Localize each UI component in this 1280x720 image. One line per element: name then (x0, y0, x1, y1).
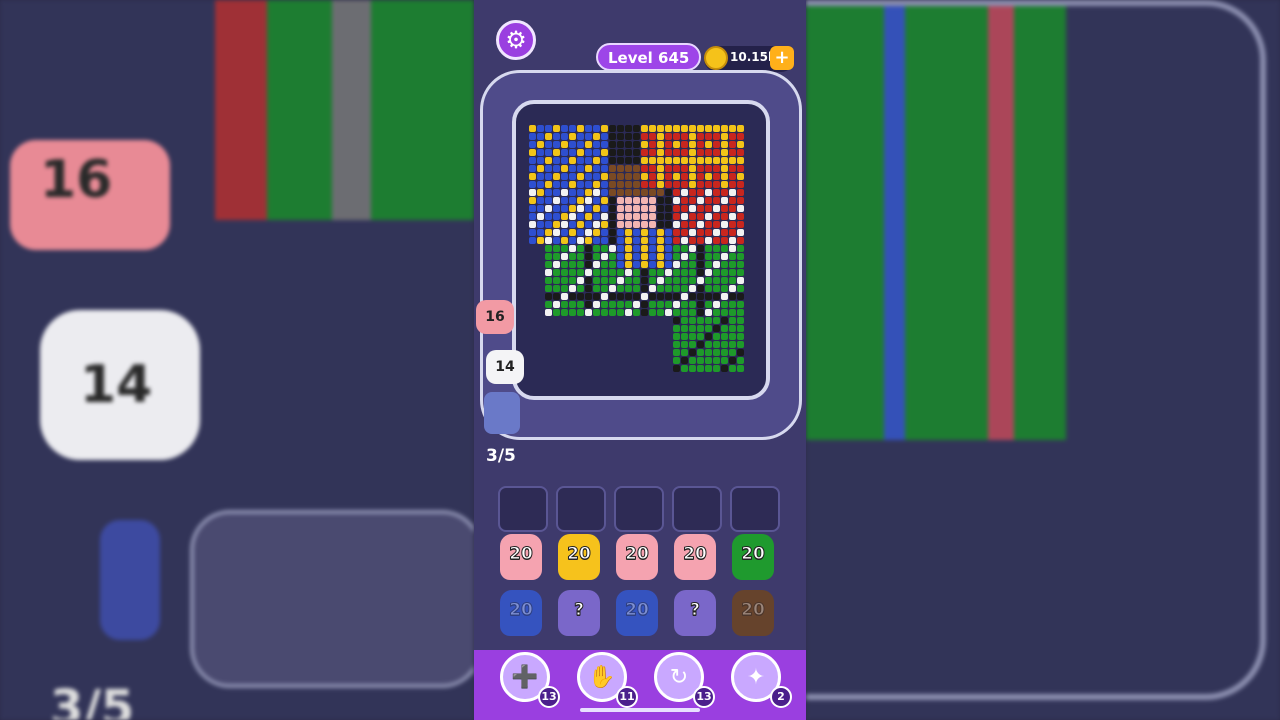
coin-counter: 10.15k + (704, 46, 794, 72)
add-coins-button[interactable]: + (770, 46, 794, 70)
settings-button[interactable]: ⚙ (496, 20, 536, 60)
slot[interactable] (556, 486, 606, 532)
piece-column: 20 20 (732, 534, 778, 646)
shooter-piece[interactable]: 20 (732, 534, 774, 580)
magnet-icon: ✦ (746, 664, 766, 690)
coin-icon (704, 46, 728, 70)
piece-column: 20 20 (500, 534, 546, 646)
hidden-piece: ? (558, 590, 600, 636)
slot[interactable] (730, 486, 780, 532)
background-right (806, 0, 1280, 720)
bg-counter: 3/5 (50, 680, 135, 720)
hand-icon: ✋ (588, 664, 616, 690)
piece-columns: 20 20 20 ? 20 20 20 ? 20 20 (500, 534, 778, 646)
powerup-count: 13 (693, 686, 715, 708)
shooter-piece[interactable]: 20 (616, 534, 658, 580)
shooter-piece[interactable]: 20 (558, 534, 600, 580)
piece-column: 20 ? (674, 534, 720, 646)
hidden-piece: ? (674, 590, 716, 636)
powerup-count: 2 (770, 686, 792, 708)
piece-column: 20 20 (616, 534, 662, 646)
gear-icon: ⚙ (505, 26, 527, 54)
pixel-art-image (529, 125, 744, 372)
home-indicator (580, 708, 700, 712)
powerup-count: 13 (538, 686, 560, 708)
slot[interactable] (672, 486, 722, 532)
piece-column: 20 ? (558, 534, 604, 646)
game-screen: ⚙ Level 645 10.15k + 16 14 3/5 20 20 20 … (474, 0, 806, 720)
shuffle-icon: ↻ (669, 664, 689, 690)
pusher-count: 16 (485, 309, 505, 325)
slot[interactable] (498, 486, 548, 532)
shooter-piece[interactable]: 20 (500, 534, 542, 580)
queue-counter: 3/5 (486, 446, 516, 466)
shooter-piece: 20 (732, 590, 774, 636)
bg-pusher-count-1: 16 (40, 150, 113, 210)
slot[interactable] (614, 486, 664, 532)
pusher-count: 14 (495, 359, 515, 375)
pusher-queue (484, 392, 520, 434)
add-card-icon: ➕ (511, 664, 539, 690)
shooter-piece: 20 (616, 590, 658, 636)
powerup-count: 11 (616, 686, 638, 708)
track-pusher-white[interactable]: 14 (486, 350, 524, 384)
holding-slots (498, 486, 780, 532)
background-left: 16 14 3/5 (0, 0, 474, 720)
level-badge: Level 645 (596, 43, 702, 71)
shooter-piece[interactable]: 20 (674, 534, 716, 580)
bg-pusher-count-2: 14 (80, 355, 153, 415)
shooter-piece: 20 (500, 590, 542, 636)
track-pusher-pink[interactable]: 16 (476, 300, 514, 334)
